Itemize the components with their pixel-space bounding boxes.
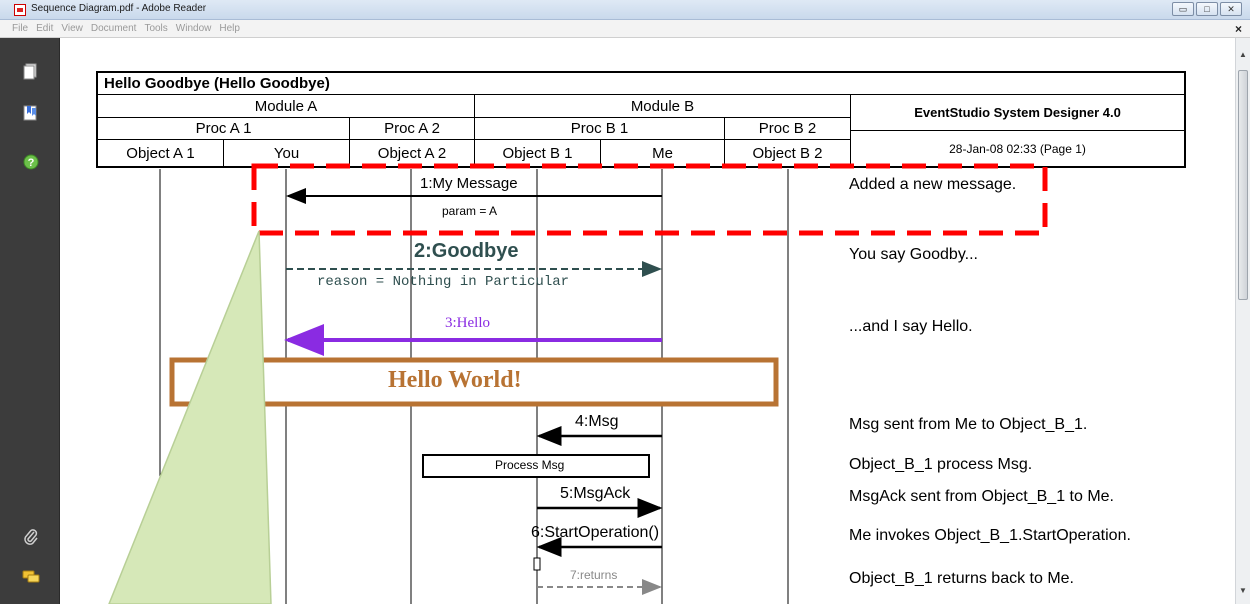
note-3: ...and I say Hello. [849, 318, 973, 335]
document-view[interactable]: Hello Goodbye (Hello Goodbye) Module A M… [61, 38, 1235, 604]
scrollbar-thumb[interactable] [1238, 70, 1248, 300]
title-bar: Sequence Diagram.pdf - Adobe Reader ▭ □ … [0, 0, 1250, 20]
menu-edit[interactable]: Edit [36, 23, 53, 34]
message-7-label: 7:returns [570, 568, 618, 582]
menu-document[interactable]: Document [91, 23, 137, 34]
message-2-label: 2:Goodbye [414, 240, 519, 262]
vertical-scrollbar[interactable]: ▲ ▼ [1235, 38, 1250, 604]
hello-world-label: Hello World! [388, 367, 522, 393]
message-6-label: 6:StartOperation() [531, 524, 660, 541]
attachments-icon[interactable] [22, 528, 40, 546]
document-close-icon[interactable]: × [1235, 22, 1242, 36]
message-2-param: reason = Nothing in Particular [317, 274, 570, 290]
svg-text:?: ? [28, 157, 35, 169]
menu-view[interactable]: View [61, 23, 83, 34]
navigation-pane: ? [0, 38, 60, 604]
menu-help[interactable]: Help [219, 23, 240, 34]
note-7: Me invokes Object_B_1.StartOperation. [849, 527, 1131, 544]
message-5-label: 5:MsgAck [560, 485, 631, 502]
note-6: MsgAck sent from Object_B_1 to Me. [849, 488, 1114, 505]
message-3-label: 3:Hello [445, 315, 490, 331]
note-5: Object_B_1 process Msg. [849, 456, 1033, 473]
minimize-button[interactable]: ▭ [1172, 2, 1194, 16]
note-1: Added a new message. [849, 176, 1017, 193]
menu-tools[interactable]: Tools [144, 23, 167, 34]
pages-icon[interactable] [22, 62, 40, 80]
message-1-param: param = A [442, 204, 498, 218]
callout-pointer [108, 230, 272, 604]
close-button[interactable]: ✕ [1220, 2, 1242, 16]
note-2: You say Goodby... [849, 246, 978, 263]
maximize-button[interactable]: □ [1196, 2, 1218, 16]
window-title: Sequence Diagram.pdf - Adobe Reader [31, 3, 207, 14]
message-4-label: 4:Msg [575, 413, 619, 430]
window-controls: ▭ □ ✕ [1172, 2, 1242, 16]
comments-icon[interactable] [22, 568, 40, 586]
adobe-reader-icon [14, 4, 26, 16]
process-msg-label: Process Msg [495, 458, 565, 472]
note-4: Msg sent from Me to Object_B_1. [849, 416, 1088, 433]
menu-bar: File Edit View Document Tools Window Hel… [0, 20, 1250, 38]
menu-file[interactable]: File [12, 23, 28, 34]
help-icon[interactable]: ? [22, 153, 40, 171]
scroll-up-icon[interactable]: ▲ [1239, 50, 1247, 59]
note-8: Object_B_1 returns back to Me. [849, 570, 1074, 587]
menu-window[interactable]: Window [176, 23, 212, 34]
activation-box [533, 557, 541, 571]
scroll-down-icon[interactable]: ▼ [1239, 586, 1247, 595]
bookmarks-icon[interactable] [22, 104, 40, 122]
message-1-label: 1:My Message [420, 175, 518, 192]
sequence-diagram-canvas [108, 163, 1048, 604]
